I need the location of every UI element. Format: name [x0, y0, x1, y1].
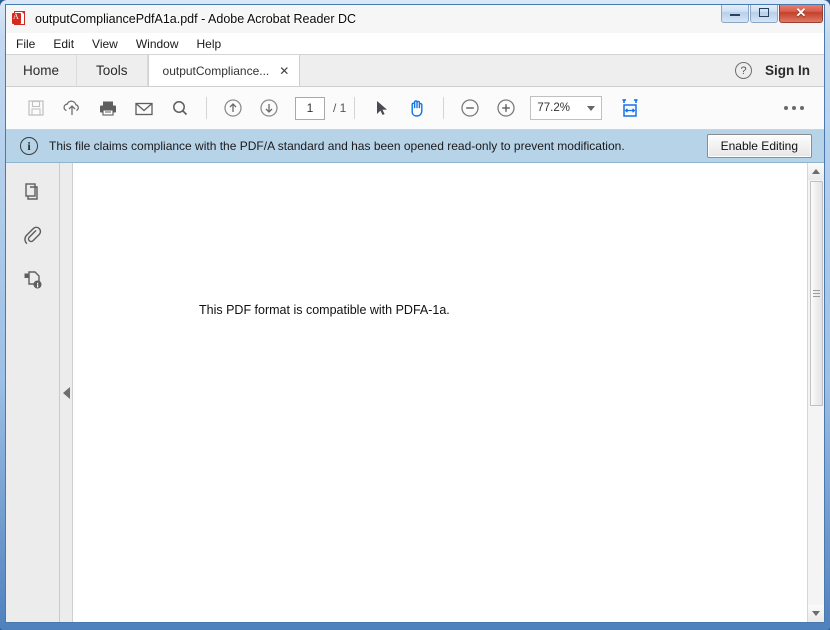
menu-bar: File Edit View Window Help	[6, 33, 824, 55]
menu-edit[interactable]: Edit	[53, 37, 74, 51]
arrow-down-circle-icon	[258, 97, 280, 119]
menu-help[interactable]: Help	[197, 37, 222, 51]
toolbar-separator-2	[354, 97, 355, 119]
sidebar-item-standards[interactable]	[17, 265, 49, 295]
hand-tool-button[interactable]	[399, 93, 435, 123]
menu-file[interactable]: File	[16, 37, 35, 51]
tabstrip-right-group: ? Sign In	[735, 55, 824, 86]
maximize-button[interactable]	[750, 4, 778, 23]
scroll-track[interactable]	[808, 180, 824, 605]
tab-close-icon[interactable]: ✕	[279, 64, 289, 78]
email-button[interactable]	[126, 93, 162, 123]
close-icon: ✕	[796, 5, 807, 21]
enable-editing-button[interactable]: Enable Editing	[707, 134, 812, 158]
page-total-label: / 1	[333, 101, 346, 115]
chevron-down-icon	[587, 106, 595, 111]
title-bar[interactable]: outputCompliancePdfA1a.pdf - Adobe Acrob…	[6, 5, 824, 33]
zoom-out-button[interactable]	[452, 93, 488, 123]
body-area: This PDF format is compatible with PDFA-…	[6, 163, 824, 622]
sidebar-collapse-handle[interactable]	[60, 163, 73, 622]
page-number-input[interactable]: 1	[295, 97, 325, 120]
scroll-down-button[interactable]	[808, 605, 825, 622]
tab-document[interactable]: outputCompliance... ✕	[148, 55, 301, 86]
maximize-icon	[759, 8, 769, 17]
pdf-document-icon	[12, 11, 28, 27]
print-button[interactable]	[90, 93, 126, 123]
window-controls: ✕	[721, 4, 823, 23]
save-floppy-icon	[26, 98, 46, 118]
minimize-icon	[730, 14, 740, 16]
fit-width-button[interactable]	[612, 93, 648, 123]
standards-info-icon	[21, 268, 45, 292]
notification-message: This file claims compliance with the PDF…	[49, 139, 625, 153]
window-title: outputCompliancePdfA1a.pdf - Adobe Acrob…	[35, 12, 356, 26]
sign-in-button[interactable]: Sign In	[765, 63, 810, 78]
tab-document-label: outputCompliance...	[163, 64, 270, 78]
upload-cloud-icon	[61, 98, 83, 118]
menu-window[interactable]: Window	[136, 37, 179, 51]
previous-page-button[interactable]	[215, 93, 251, 123]
window-inner: outputCompliancePdfA1a.pdf - Adobe Acrob…	[5, 4, 825, 623]
menu-view[interactable]: View	[92, 37, 118, 51]
more-options-icon	[784, 106, 804, 110]
minus-circle-icon	[459, 97, 481, 119]
select-tool-button[interactable]	[363, 93, 399, 123]
upload-cloud-button[interactable]	[54, 93, 90, 123]
arrow-up-circle-icon	[222, 97, 244, 119]
close-button[interactable]: ✕	[779, 4, 823, 23]
help-icon[interactable]: ?	[735, 62, 752, 79]
next-page-button[interactable]	[251, 93, 287, 123]
sidebar-item-page-thumbnails[interactable]	[17, 177, 49, 207]
tab-tools[interactable]: Tools	[77, 55, 148, 86]
zoom-level-dropdown[interactable]: 77.2%	[530, 96, 602, 120]
notification-bar: i This file claims compliance with the P…	[6, 130, 824, 163]
scroll-up-button[interactable]	[808, 163, 825, 180]
toolbar-separator-1	[206, 97, 207, 119]
tab-home[interactable]: Home	[6, 55, 77, 86]
more-options-button[interactable]	[776, 93, 812, 123]
save-button[interactable]	[18, 93, 54, 123]
fit-page-width-icon	[618, 97, 642, 119]
hand-tool-icon	[406, 97, 428, 119]
vertical-scrollbar[interactable]	[807, 163, 824, 622]
scroll-down-arrow-icon	[812, 611, 820, 616]
document-page[interactable]: This PDF format is compatible with PDFA-…	[73, 163, 807, 622]
zoom-in-button[interactable]	[488, 93, 524, 123]
plus-circle-icon	[495, 97, 517, 119]
printer-icon	[97, 98, 119, 118]
document-text: This PDF format is compatible with PDFA-…	[199, 303, 450, 317]
page-thumbnails-icon	[21, 180, 45, 204]
minimize-button[interactable]	[721, 4, 749, 23]
navigation-sidebar	[6, 163, 60, 622]
attachments-paperclip-icon	[21, 224, 45, 248]
toolbar: 1 / 1 77.2%	[6, 87, 824, 130]
magnifier-icon	[169, 98, 191, 118]
scroll-thumb-grip	[813, 290, 820, 297]
scroll-thumb[interactable]	[810, 181, 823, 406]
tab-strip: Home Tools outputCompliance... ✕ ? Sign …	[6, 55, 824, 87]
search-button[interactable]	[162, 93, 198, 123]
envelope-icon	[133, 98, 155, 118]
zoom-level-value: 77.2%	[537, 102, 570, 114]
info-circle-icon: i	[20, 137, 38, 155]
collapse-left-icon	[63, 387, 70, 399]
toolbar-separator-3	[443, 97, 444, 119]
window-frame: outputCompliancePdfA1a.pdf - Adobe Acrob…	[0, 0, 830, 630]
scroll-up-arrow-icon	[812, 169, 820, 174]
cursor-arrow-icon	[371, 98, 391, 118]
sidebar-item-attachments[interactable]	[17, 221, 49, 251]
